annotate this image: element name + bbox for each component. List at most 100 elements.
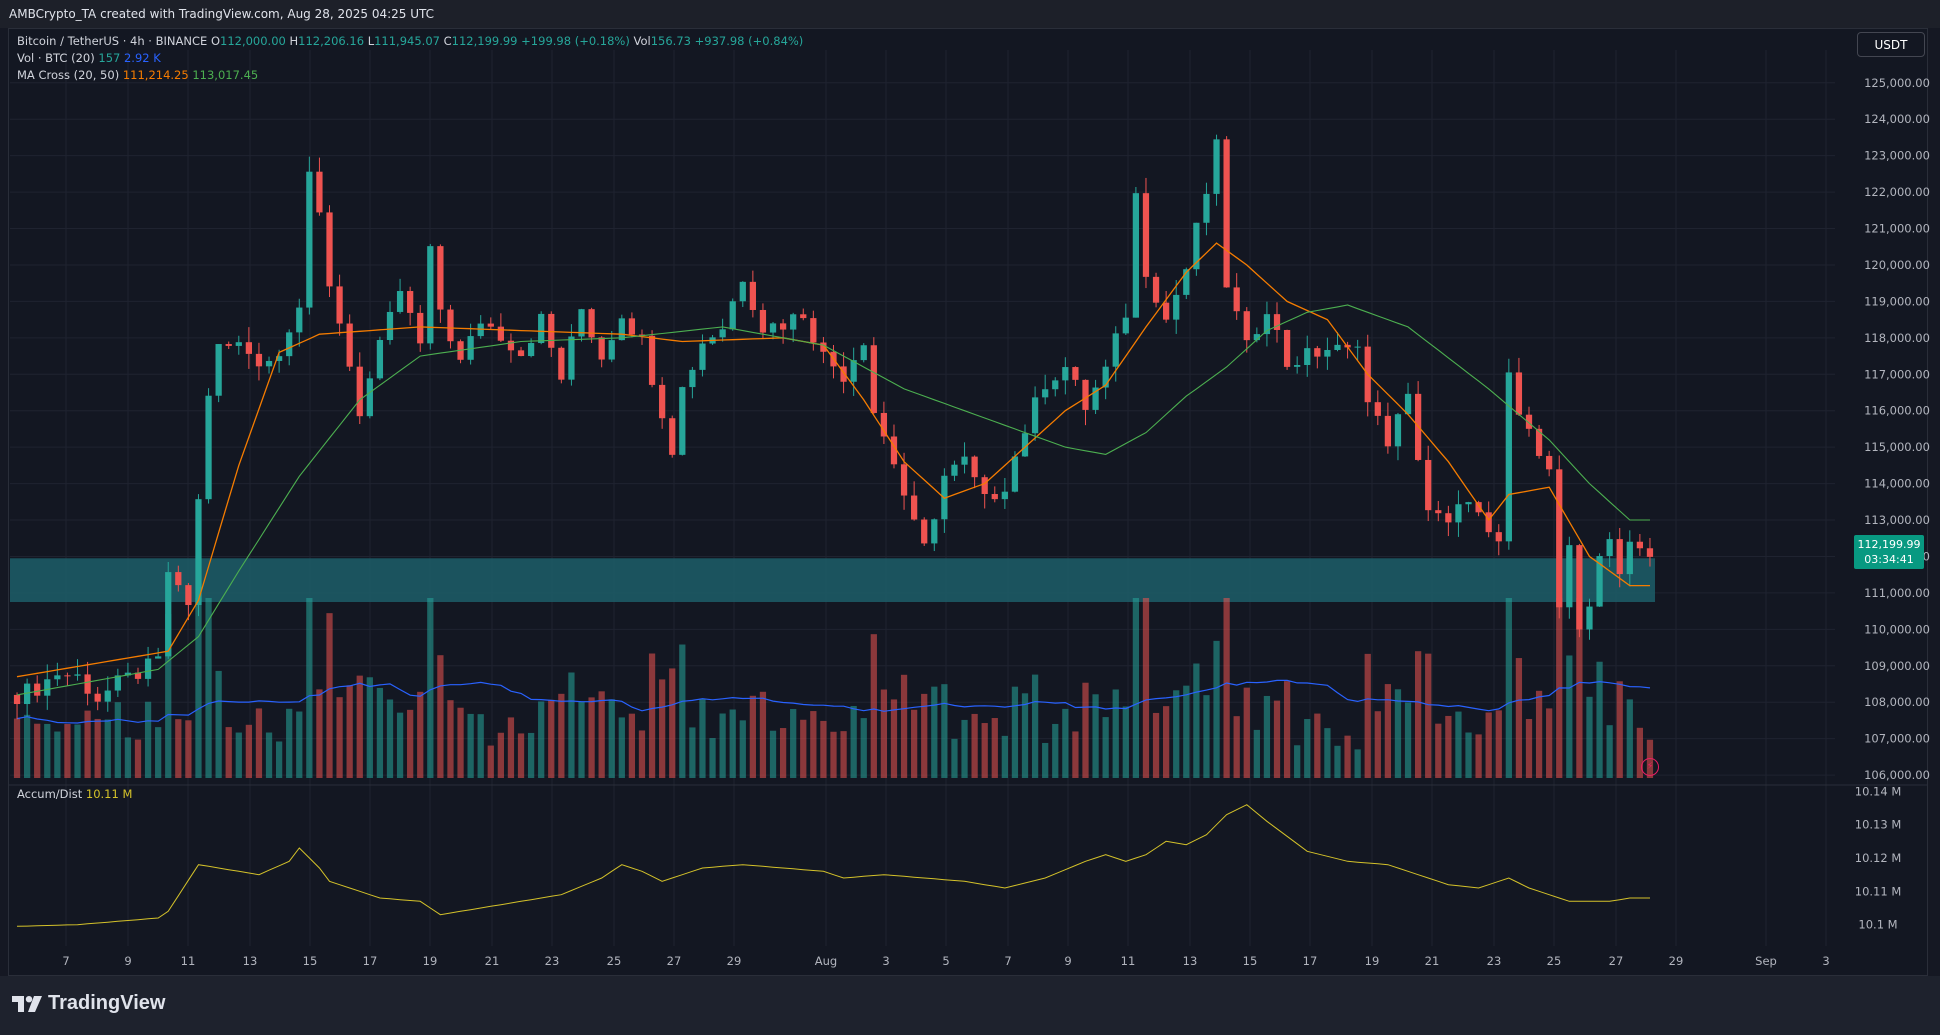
time-tick-label: 25 [1547,954,1562,968]
volume-bar [155,727,162,778]
candle-body [1404,393,1412,415]
tradingview-logo[interactable]: TradingView [12,992,165,1015]
high-label: H [289,34,299,48]
candle-body [719,329,726,338]
volume-bar [638,730,646,778]
time-tick-label: 9 [1064,954,1071,968]
volume-bar [941,684,948,778]
candle-body [679,387,686,455]
volume-bar [467,713,474,778]
candle-body [225,344,232,346]
candle-body [1495,532,1502,542]
volume-bar [386,699,394,778]
volume-bar [275,741,283,778]
volume-bar [1374,711,1381,778]
legend-row-ma[interactable]: MA Cross (20, 50) 111,214.25 113,017.45 [17,68,258,82]
price-tick-label: 115,000.00 [1864,440,1930,454]
volume-bar [1616,681,1623,778]
volume-bar [1183,685,1190,778]
candle-body [1616,539,1623,575]
volume-bar [739,720,746,778]
lightning-icon[interactable]: ⚡ [1641,758,1659,776]
volume-bar [1495,710,1502,778]
vol-label: Vol [633,34,651,48]
candle-body [1384,415,1392,447]
candle-body [1455,504,1462,523]
candle-body [648,335,656,385]
price-chart[interactable]: 125,000.00 124,000.00 123,000.00 122,000.00… [0,28,1940,976]
volume-bar [23,714,31,778]
candle-body [437,246,444,310]
volume-bar [1515,658,1523,778]
time-tick-label: 7 [62,954,69,968]
candle-body [598,337,605,360]
footer-bar [0,976,1940,1035]
price-tick-label: 119,000.00 [1864,294,1930,308]
volume-bar [689,727,696,778]
candle-body [235,342,242,346]
candle-body [527,343,535,357]
legend-row-volume[interactable]: Vol · BTC (20) 157 2.92 K [17,51,161,65]
price-tick-label: 118,000.00 [1864,331,1930,345]
time-tick-label: 3 [1822,954,1829,968]
candle-body [1042,389,1049,398]
ad-axis: 10.14 M 10.13 M 10.12 M 10.11 M 10.1 M [1855,784,1902,931]
volume-bar [1233,716,1240,778]
time-tick-label: 19 [1365,954,1380,968]
volume-bar [1243,687,1250,778]
candle-body [215,344,222,396]
candle-body [1132,193,1140,318]
volume-bar [517,733,525,778]
time-tick-label: 3 [882,954,889,968]
volume-bar [1324,728,1331,778]
legend-row-ad[interactable]: Accum/Dist 10.11 M [17,787,132,801]
time-tick-label: 5 [942,954,949,968]
candle-body [790,314,797,330]
candle-body [255,353,263,367]
candle-body [195,499,202,606]
symbol-label: Bitcoin / TetherUS · 4h · BINANCE [17,34,208,48]
volume-bar [769,730,777,778]
candle-body [911,495,918,520]
volume-bar [820,720,827,778]
time-tick-label: 23 [545,954,560,968]
volume-bar [648,653,656,778]
volume-bar [800,719,807,778]
candle-body [74,674,81,676]
volume-indicator-value: 157 [98,51,121,65]
candle-body [860,345,867,361]
candle-body [1213,139,1220,194]
volume-bar [255,708,263,778]
candle-body [568,336,575,380]
candle-body [286,332,293,357]
candle-body [84,674,91,694]
volume-bar [205,598,212,778]
volume-bar [1273,700,1281,778]
candle-body [1435,510,1442,514]
volume-bar [366,677,373,778]
candle-body [1626,541,1633,575]
candle-body [699,343,706,370]
volume-bar [94,718,101,778]
volume-bar [1042,742,1049,778]
tradingview-mark-icon [12,995,42,1012]
currency-button[interactable]: USDT [1857,32,1925,57]
volume-bar [74,724,81,778]
candle-body [296,307,303,333]
candle-body [34,683,41,696]
time-tick-label: 13 [1183,954,1198,968]
candle-body [1082,379,1089,410]
candle-body [497,326,504,341]
volume-bar [245,724,252,778]
accum-dist-value: 10.11 M [85,787,133,801]
time-tick-label: 17 [1303,954,1318,968]
volume-bar [84,710,91,778]
time-tick-label: 27 [667,954,682,968]
volume-bar [1021,693,1029,778]
volume-bar [346,685,353,778]
volume-bar [1334,745,1341,778]
volume-bar [1485,712,1492,778]
candle-body [1505,372,1512,542]
volume-bar [356,675,363,778]
volume-bar [1546,708,1553,778]
